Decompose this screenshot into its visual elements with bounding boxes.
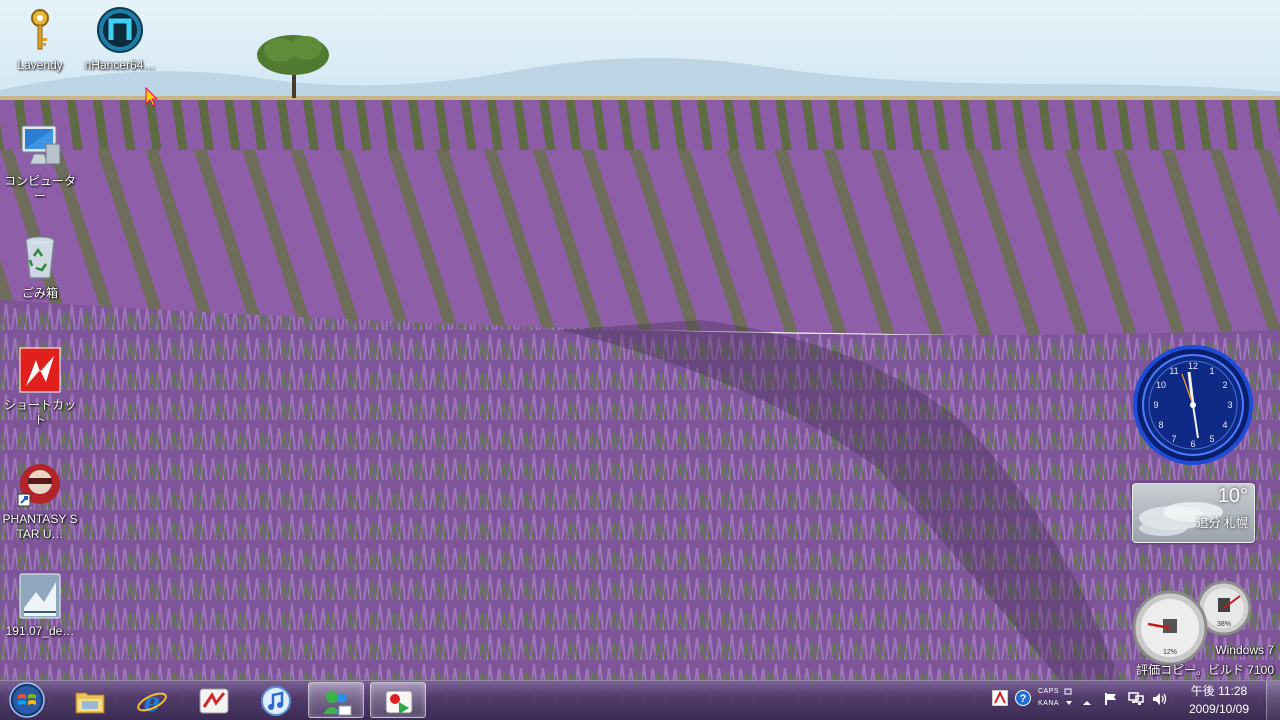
taskbar-itunes-button[interactable]	[248, 682, 304, 718]
desktop-icon-label: コンピューター	[3, 174, 76, 203]
svg-text:12: 12	[1188, 361, 1198, 371]
desktop-icon-lavendy[interactable]: Lavendy	[0, 6, 80, 73]
ime-options-icon[interactable]	[1064, 688, 1074, 713]
desktop-icon-label: ショートカット	[3, 398, 76, 427]
explorer-folder-icon	[75, 692, 105, 714]
desktop-icon-label: ごみ箱	[21, 286, 58, 300]
taskbar-media-app-button[interactable]	[370, 682, 426, 718]
key-icon	[16, 6, 64, 54]
adobe-tray-icon[interactable]	[991, 689, 1009, 711]
desktop-icon-label: PHANTASY STAR U…	[2, 512, 78, 541]
weather-gadget[interactable]: 10° 追分 札幌	[1132, 483, 1255, 543]
desktop-icon-nvidia-installer[interactable]: 191.07_de…	[0, 572, 80, 639]
computer-icon	[16, 122, 64, 170]
weather-location: 追分 札幌	[1196, 516, 1248, 530]
action-center-flag-icon[interactable]	[1104, 692, 1118, 711]
svg-text:4: 4	[1222, 420, 1227, 430]
desktop-wallpaper	[0, 0, 1280, 720]
volume-icon[interactable]	[1152, 691, 1168, 712]
taskbar-internet-explorer-button[interactable]: e	[124, 682, 180, 718]
messenger-icon	[323, 691, 352, 716]
phantasy-star-icon	[16, 460, 64, 508]
taskbar-clock[interactable]: 午後 11:28 2009/10/09	[1178, 684, 1260, 717]
taskbar-app-red-button[interactable]	[186, 682, 242, 718]
watermark-line-1: Windows 7	[1215, 643, 1274, 657]
ime-kana-indicator[interactable]: KANA	[1038, 700, 1059, 707]
svg-text:8: 8	[1158, 420, 1163, 430]
svg-text:5: 5	[1209, 434, 1214, 444]
svg-text:10: 10	[1156, 380, 1166, 390]
itunes-icon	[261, 686, 291, 716]
svg-text:3: 3	[1227, 400, 1232, 410]
svg-text:e: e	[144, 688, 161, 717]
windows-evaluation-watermark: Windows 7 評価コピー。ビルド 7100	[1136, 640, 1274, 680]
clock-gadget[interactable]: 12 1 2 345 678 9 10 11	[1132, 344, 1254, 466]
start-orb-icon	[9, 682, 45, 718]
desktop-icon-label: 191.07_de…	[5, 624, 75, 638]
svg-text:9: 9	[1153, 400, 1158, 410]
show-desktop-button[interactable]	[1266, 681, 1280, 720]
clock-time: 午後 11:28	[1190, 684, 1248, 698]
svg-text:1: 1	[1209, 366, 1214, 376]
weather-temperature: 10°	[1217, 485, 1248, 507]
help-icon[interactable]: ?	[1015, 690, 1031, 711]
desktop-icon-shortcut[interactable]: ショートカット	[0, 346, 80, 428]
svg-text:38%: 38%	[1217, 621, 1231, 628]
ime-caps-indicator[interactable]: CAPS	[1038, 688, 1059, 695]
taskbar-explorer-button[interactable]	[62, 682, 118, 718]
clock-date: 2009/10/09	[1188, 702, 1250, 716]
svg-text:7: 7	[1171, 434, 1176, 444]
desktop-icon-computer[interactable]: コンピューター	[0, 122, 80, 204]
svg-text:?: ?	[1020, 693, 1027, 705]
desktop-icon-label: nHancer64…	[84, 58, 156, 72]
internet-explorer-icon: e	[137, 688, 167, 717]
desktop-icon-recycle-bin[interactable]: ごみ箱	[0, 234, 80, 301]
desktop-icon-phantasy-star[interactable]: PHANTASY STAR U…	[0, 460, 80, 542]
app-red-icon	[199, 688, 229, 714]
media-app-icon	[385, 690, 413, 714]
watermark-line-2: 評価コピー。ビルド 7100	[1136, 663, 1274, 677]
network-icon[interactable]	[1128, 692, 1144, 711]
desktop-icon-label: Lavendy	[17, 58, 63, 72]
svg-text:2: 2	[1222, 380, 1227, 390]
show-hidden-icons-chevron-up-icon[interactable]	[1082, 695, 1092, 713]
nhancer-icon	[96, 6, 144, 54]
taskbar-messenger-button[interactable]	[308, 682, 364, 718]
svg-text:6: 6	[1190, 439, 1195, 449]
mirrors-edge-icon	[16, 346, 64, 394]
recycle-bin-icon	[16, 234, 64, 282]
nvidia-installer-icon	[16, 572, 64, 620]
desktop-icon-nhancer[interactable]: nHancer64…	[80, 6, 160, 73]
svg-text:11: 11	[1169, 366, 1178, 376]
start-button[interactable]	[4, 681, 50, 719]
